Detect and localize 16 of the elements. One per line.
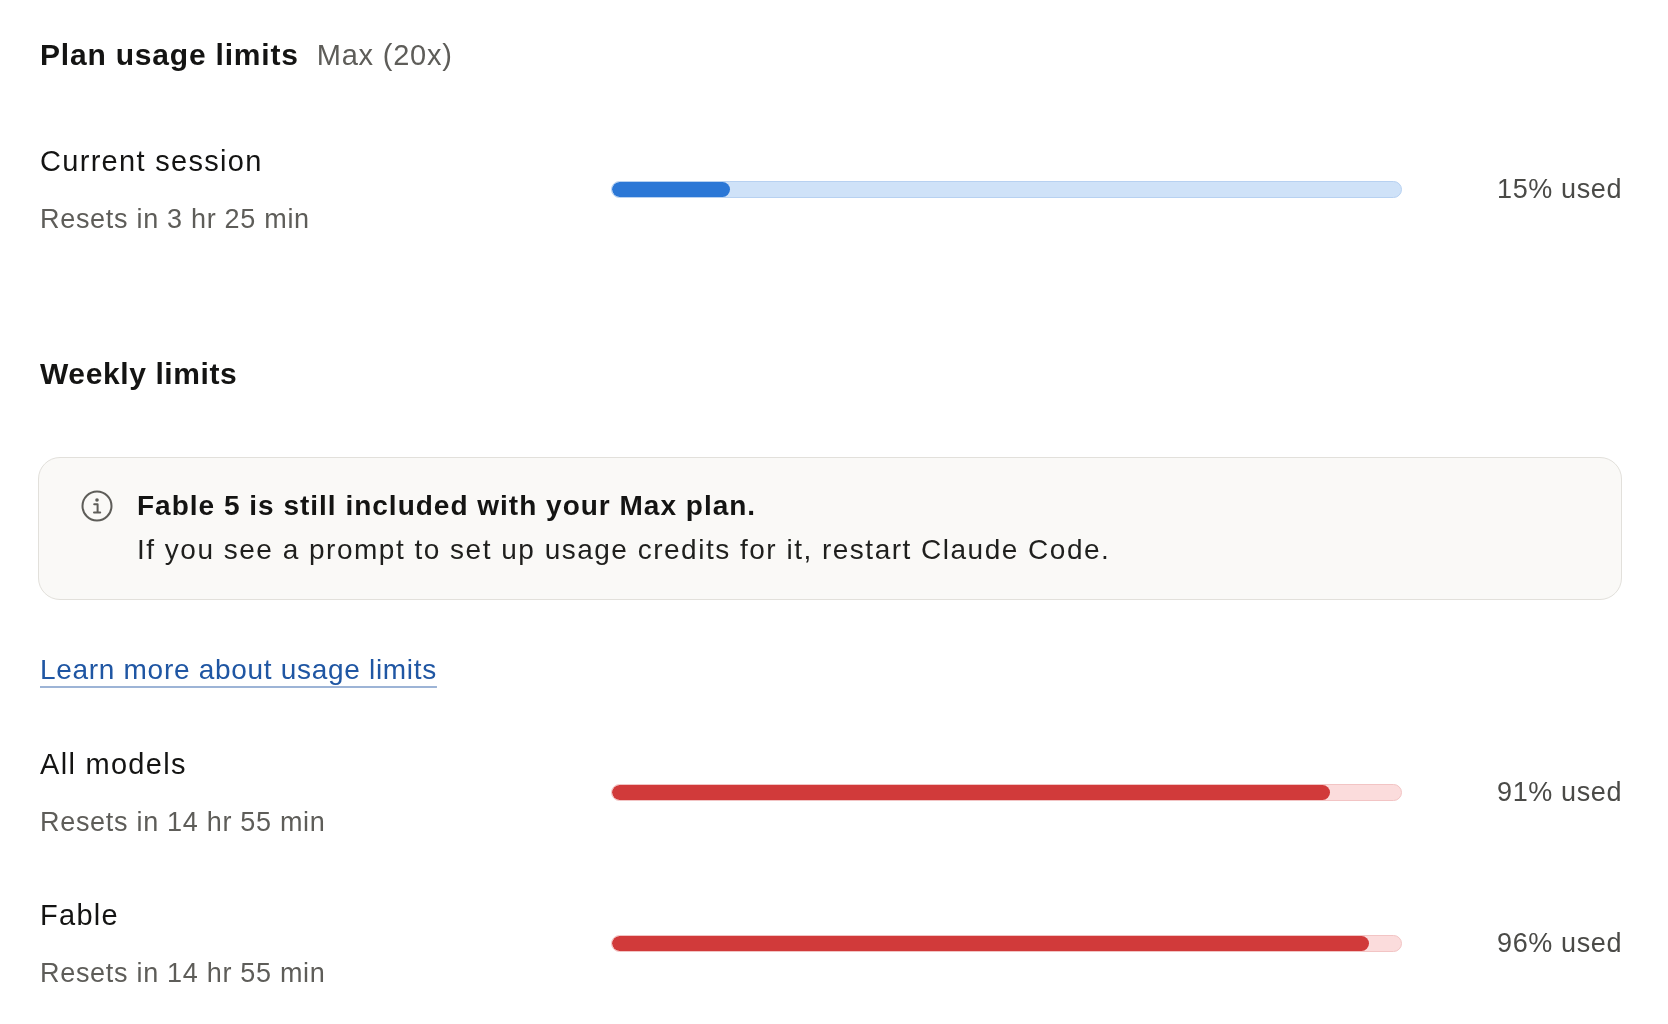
info-icon [81, 490, 113, 522]
reset-time: Resets in 14 hr 55 min [40, 957, 326, 990]
notice-heading: Fable 5 is still included with your Max plan. [137, 489, 757, 523]
usage-reading: 96% used [1497, 927, 1622, 960]
reset-time: Resets in 14 hr 55 min [40, 806, 326, 839]
notice-text: If you see a prompt to set up usage credits for it, restart Claude Code. [137, 533, 1111, 567]
limit-name: Current session [40, 144, 263, 179]
learn-more-link[interactable]: Learn more about usage limits [40, 654, 437, 685]
plan-name: Max (20x) [316, 38, 453, 73]
page-title: Plan usage limits [40, 37, 299, 73]
usage-reading: 15% used [1497, 173, 1622, 206]
section-title: Weekly limits [40, 357, 238, 390]
usage-reading: 91% used [1497, 776, 1622, 809]
limit-name: Fable [40, 898, 120, 933]
reset-time: Resets in 3 hr 25 min [40, 203, 310, 236]
limit-name: All models [40, 747, 187, 782]
